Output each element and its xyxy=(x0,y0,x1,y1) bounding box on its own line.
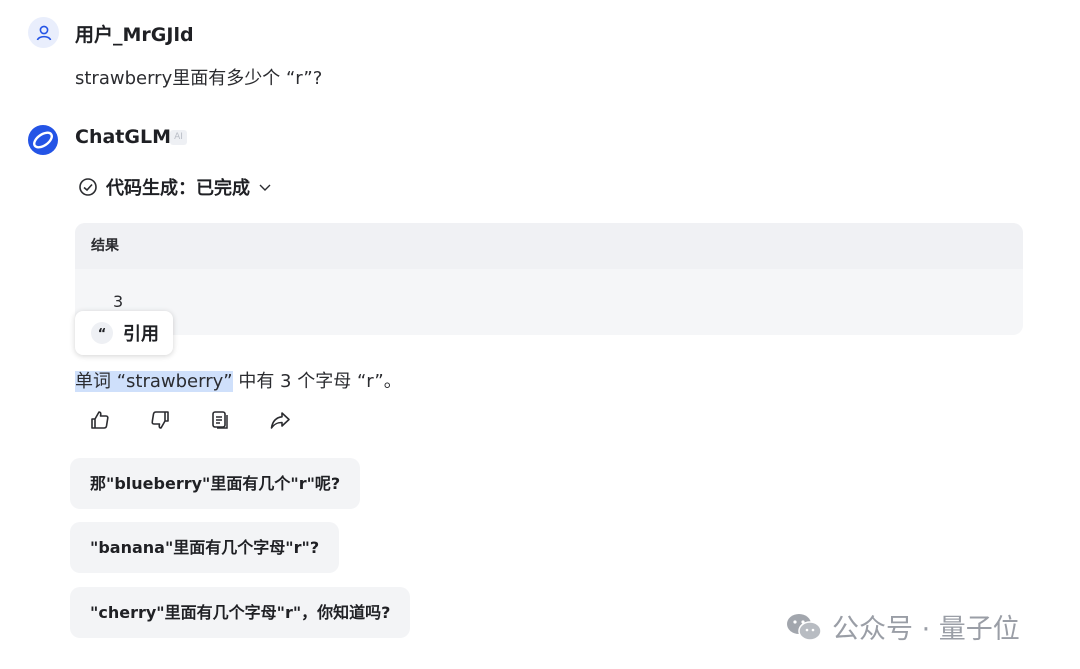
suggestion-button[interactable]: "cherry"里面有几个字母"r"，你知道吗? xyxy=(70,587,411,638)
result-card: 结果 3 xyxy=(75,223,1023,335)
chevron-down-icon xyxy=(259,184,271,191)
user-name: 用户_MrGJld xyxy=(75,24,194,46)
user-avatar xyxy=(28,17,59,48)
watermark-text: 公众号 · 量子位 xyxy=(832,614,1020,645)
status-label: 代码生成：已完成 xyxy=(106,178,250,199)
user-icon xyxy=(36,25,51,40)
share-icon[interactable] xyxy=(268,408,292,432)
chatglm-logo-icon xyxy=(27,124,59,156)
result-value: 3 xyxy=(113,292,124,311)
message-actions xyxy=(88,408,292,432)
quote-icon: “ xyxy=(91,322,113,344)
bot-name: ChatGLM xyxy=(75,126,171,148)
check-circle-icon xyxy=(79,178,97,196)
thumbs-up-icon[interactable] xyxy=(88,408,112,432)
wechat-icon xyxy=(787,613,822,641)
selected-text: 单词 “strawberry” xyxy=(75,371,233,392)
copy-icon[interactable] xyxy=(208,408,232,432)
code-gen-status[interactable]: 代码生成：已完成 xyxy=(78,174,272,200)
ai-badge: AI xyxy=(170,130,187,145)
result-header: 结果 xyxy=(75,223,1023,269)
suggestion-button[interactable]: "banana"里面有几个字母"r"? xyxy=(70,522,340,573)
answer-text: 单词 “strawberry” 中有 3 个字母 “r”。 xyxy=(75,367,402,393)
suggestion-button[interactable]: 那"blueberry"里面有几个"r"呢? xyxy=(70,458,361,509)
svg-text:“: “ xyxy=(98,327,107,342)
quote-label: 引用 xyxy=(123,324,159,345)
quote-button[interactable]: “ 引用 xyxy=(75,311,173,355)
user-question: strawberry里面有多少个 “r”? xyxy=(75,68,323,89)
answer-rest: 中有 3 个字母 “r”。 xyxy=(232,371,402,392)
watermark: 公众号 · 量子位 xyxy=(784,607,1020,646)
thumbs-down-icon[interactable] xyxy=(148,408,172,432)
